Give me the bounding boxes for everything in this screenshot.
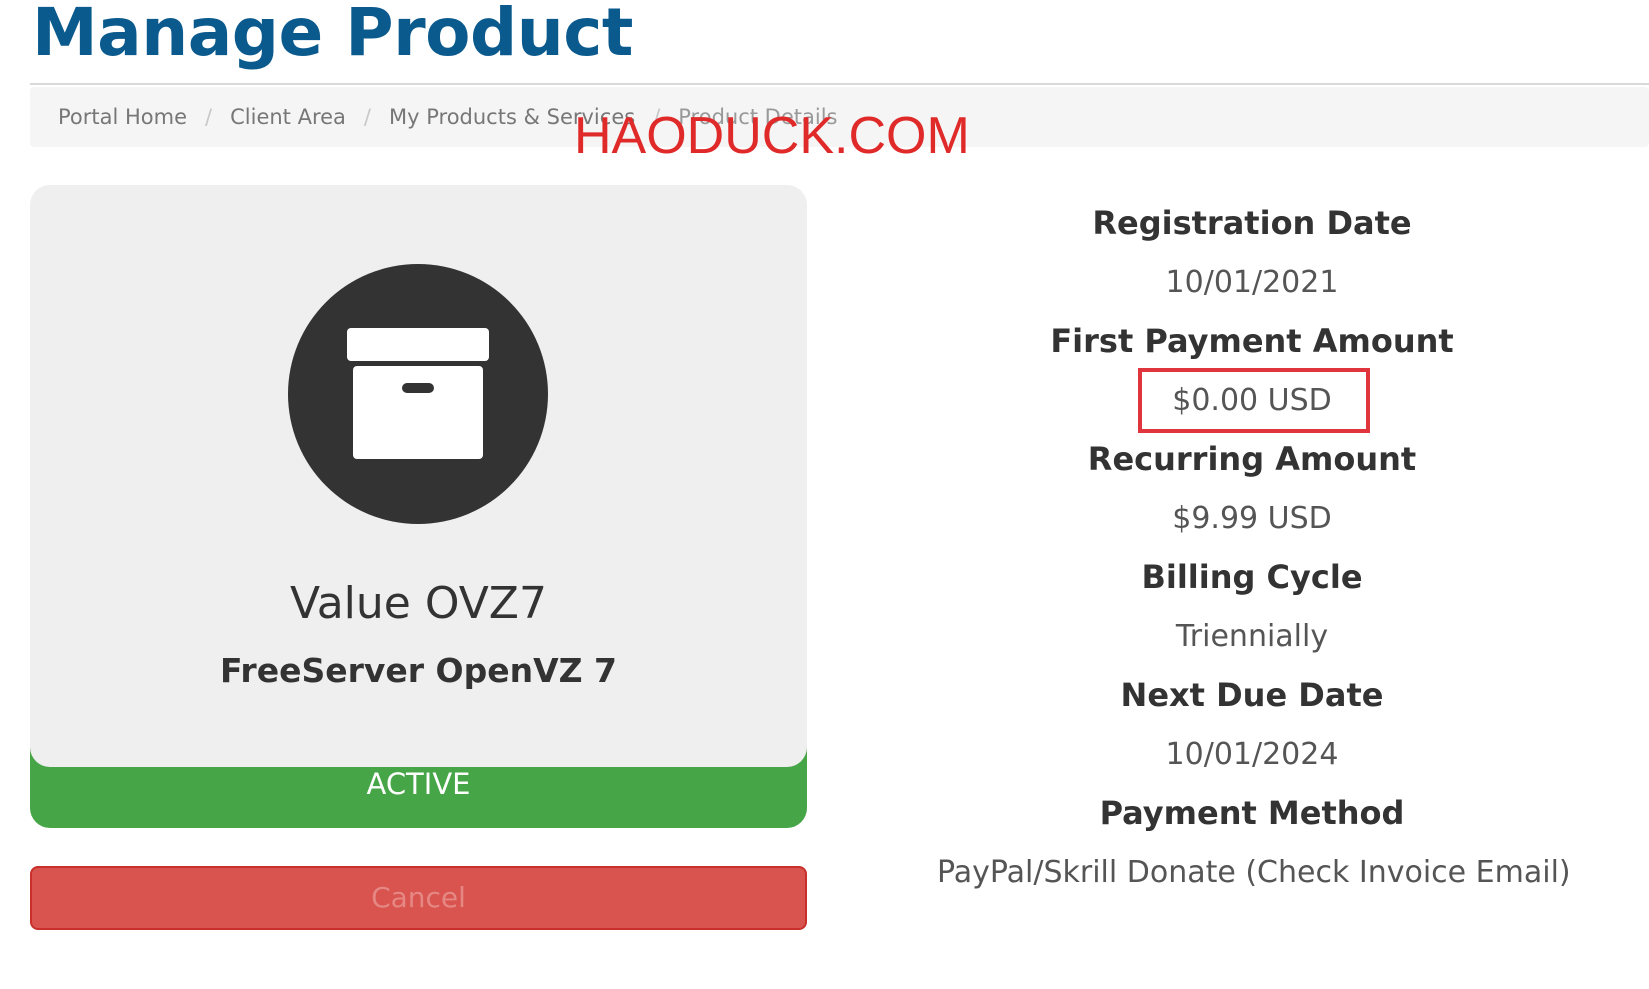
page-title: Manage Product: [32, 0, 633, 71]
breadcrumb-my-products-services[interactable]: My Products & Services: [389, 105, 635, 129]
first-payment-amount-label: First Payment Amount: [1050, 322, 1454, 360]
registration-date-label: Registration Date: [1092, 204, 1412, 242]
recurring-amount-label: Recurring Amount: [1087, 440, 1417, 478]
billing-cycle-value: Triennially: [1175, 619, 1329, 654]
breadcrumb-client-area[interactable]: Client Area: [230, 105, 346, 129]
breadcrumb-product-details: Product Details: [678, 105, 838, 129]
product-panel: Value OVZ7 FreeServer OpenVZ 7: [30, 185, 807, 767]
product-card: Value OVZ7 FreeServer OpenVZ 7 ACTIVE: [30, 185, 807, 828]
next-due-date-value: 10/01/2024: [1165, 737, 1339, 772]
breadcrumb-separator: /: [653, 105, 661, 129]
billing-cycle-label: Billing Cycle: [1141, 558, 1363, 596]
next-due-date-label: Next Due Date: [1120, 676, 1384, 714]
breadcrumb-separator: /: [363, 105, 371, 129]
first-payment-amount-value: $0.00 USD: [1172, 383, 1332, 418]
product-group: FreeServer OpenVZ 7: [219, 651, 617, 690]
archive-box-icon: [288, 264, 548, 524]
title-divider: [30, 83, 1649, 85]
payment-method-value: PayPal/Skrill Donate (Check Invoice Emai…: [937, 855, 1571, 890]
cancel-button[interactable]: Cancel: [30, 866, 807, 930]
product-details-list: Registration Date 10/01/2021 First Payme…: [937, 196, 1571, 904]
breadcrumb: Portal Home / Client Area / My Products …: [30, 87, 1649, 147]
breadcrumb-portal-home[interactable]: Portal Home: [58, 105, 187, 129]
registration-date-value: 10/01/2021: [1165, 265, 1339, 300]
product-name: Value OVZ7: [290, 578, 547, 629]
breadcrumb-separator: /: [205, 105, 213, 129]
recurring-amount-value: $9.99 USD: [1172, 501, 1332, 536]
payment-method-label: Payment Method: [1099, 794, 1405, 832]
